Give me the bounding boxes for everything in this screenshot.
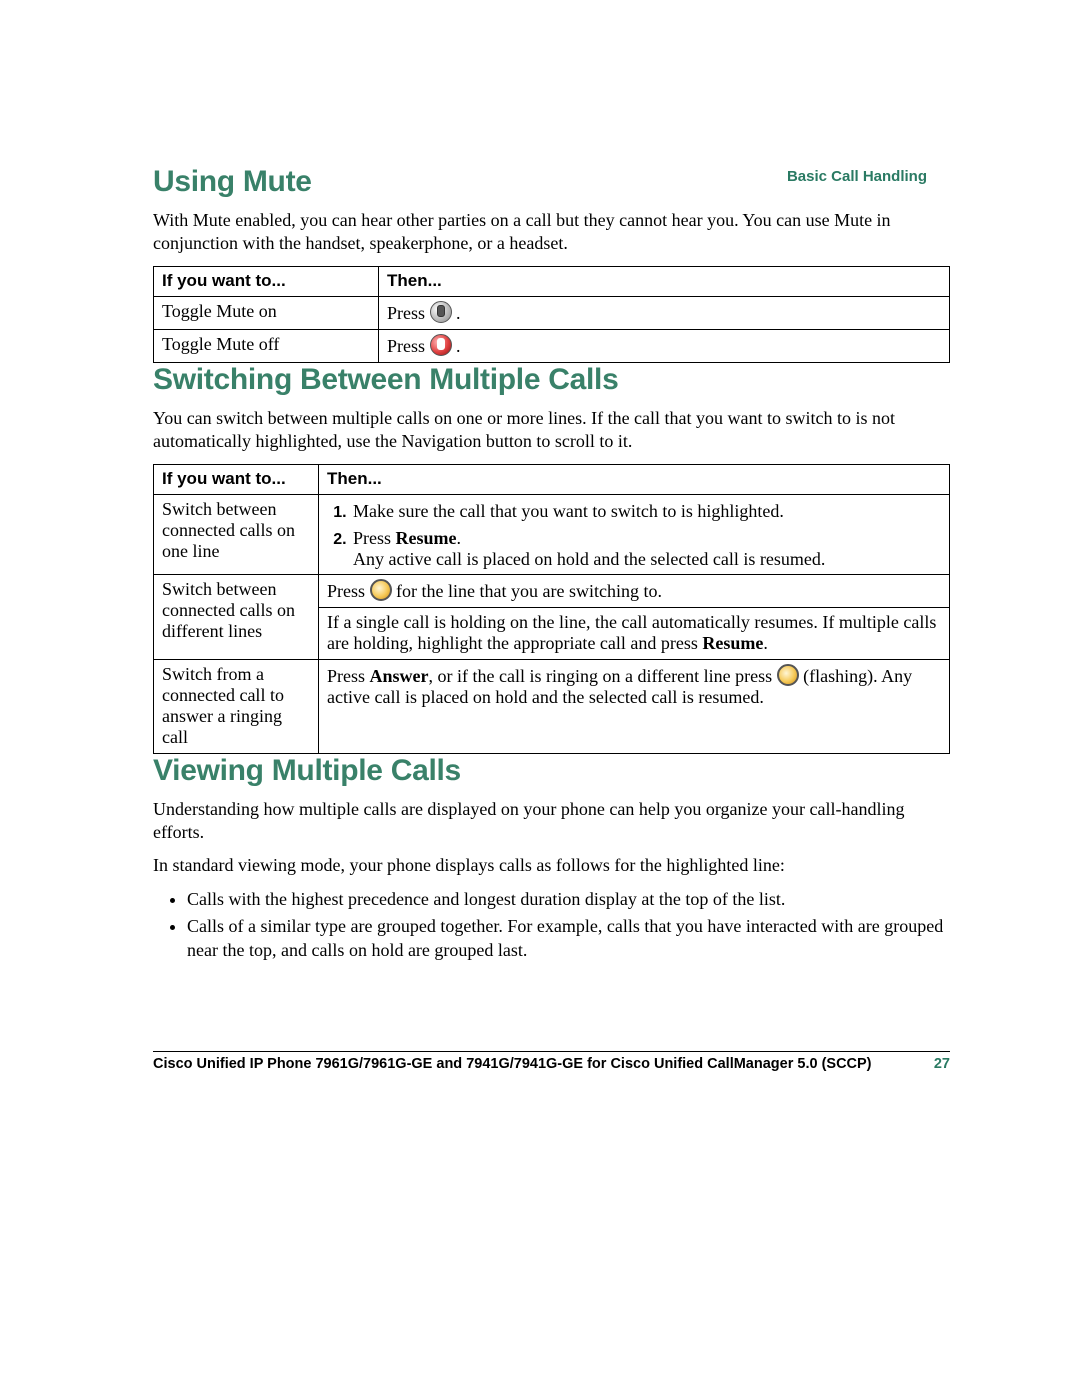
table-row: Switch between connected calls on differ… [154, 574, 950, 659]
switch-table: If you want to... Then... Switch between… [153, 464, 950, 754]
cell-text: Press [387, 336, 430, 356]
list-item: Calls with the highest precedence and lo… [187, 888, 950, 911]
cell-text: Press [327, 666, 370, 686]
cell-text: Press [327, 581, 370, 601]
table-cell: Press . [379, 296, 950, 329]
table-row: Toggle Mute on Press . [154, 296, 950, 329]
list-item: Make sure the call that you want to swit… [351, 499, 943, 526]
table-header: If you want to... [154, 464, 319, 494]
heading-switching-calls: Switching Between Multiple Calls [153, 363, 950, 397]
footer-title: Cisco Unified IP Phone 7961G/7961G-GE an… [153, 1056, 872, 1072]
cell-text: Press [353, 528, 396, 548]
mute-button-off-icon [430, 301, 452, 323]
table-row: Toggle Mute off Press . [154, 329, 950, 362]
table-header: If you want to... [154, 266, 379, 296]
paragraph: In standard viewing mode, your phone dis… [153, 854, 950, 877]
cell-text: Any active call is placed on hold and th… [353, 549, 943, 570]
cell-text: . [763, 633, 768, 653]
cell-text: . [457, 528, 462, 548]
cell-text: for the line that you are switching to. [396, 581, 662, 601]
cell-text: , or if the call is ringing on a differe… [429, 666, 777, 686]
table-cell: Toggle Mute on [154, 296, 379, 329]
running-header: Basic Call Handling [787, 168, 927, 185]
page-number: 27 [934, 1056, 950, 1072]
table-cell: Switch between connected calls on differ… [154, 574, 319, 659]
table-cell: Make sure the call that you want to swit… [319, 494, 950, 574]
cell-text: . [456, 303, 461, 323]
softkey-answer: Answer [370, 666, 429, 686]
table-row: Switch from a connected call to answer a… [154, 659, 950, 753]
cell-text: Press [387, 303, 430, 323]
line-button-icon [370, 579, 392, 601]
bullet-list: Calls with the highest precedence and lo… [153, 888, 950, 962]
heading-viewing-calls: Viewing Multiple Calls [153, 754, 950, 788]
table-cell: Toggle Mute off [154, 329, 379, 362]
paragraph: With Mute enabled, you can hear other pa… [153, 209, 950, 256]
list-item: Calls of a similar type are grouped toge… [187, 915, 950, 962]
paragraph: You can switch between multiple calls on… [153, 407, 950, 454]
softkey-resume: Resume [396, 528, 457, 548]
paragraph: Understanding how multiple calls are dis… [153, 798, 950, 845]
table-cell: Press . [379, 329, 950, 362]
table-header: Then... [319, 464, 950, 494]
table-cell: Switch from a connected call to answer a… [154, 659, 319, 753]
mute-table: If you want to... Then... Toggle Mute on… [153, 266, 950, 363]
page-footer: Cisco Unified IP Phone 7961G/7961G-GE an… [153, 1051, 950, 1072]
mute-button-on-icon [430, 334, 452, 356]
cell-text: If a single call is holding on the line,… [327, 612, 936, 653]
line-button-flashing-icon [777, 664, 799, 686]
table-header: Then... [379, 266, 950, 296]
table-cell: Press Answer, or if the call is ringing … [319, 659, 950, 753]
document-page: Basic Call Handling Using Mute With Mute… [0, 0, 1080, 1397]
softkey-resume: Resume [702, 633, 763, 653]
cell-text: . [456, 336, 461, 356]
table-row: Switch between connected calls on one li… [154, 494, 950, 574]
table-cell: Press for the line that you are switchin… [319, 574, 950, 659]
list-item: Press Resume. Any active call is placed … [351, 526, 943, 574]
table-cell: Switch between connected calls on one li… [154, 494, 319, 574]
